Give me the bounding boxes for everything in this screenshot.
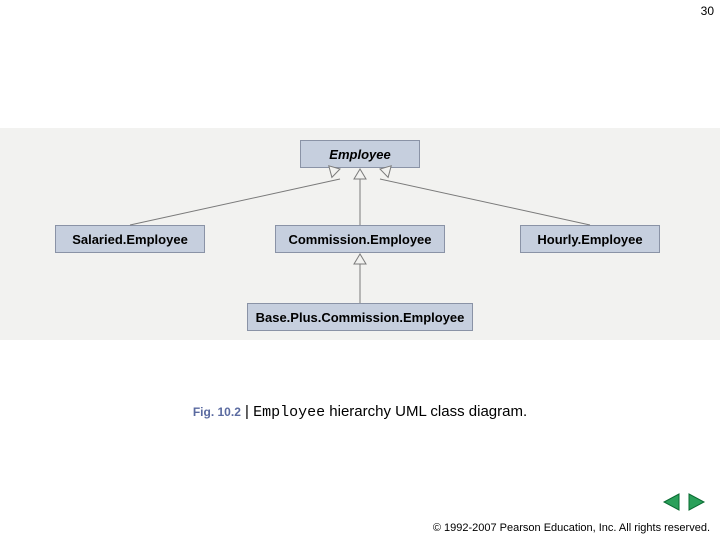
next-icon[interactable] [686, 493, 706, 511]
figure-caption: Fig. 10.2 | Employee hierarchy UML class… [0, 403, 720, 421]
caption-rest: hierarchy UML class diagram. [325, 403, 527, 420]
uml-class-salaried-employee: Salaried.Employee [55, 225, 205, 253]
uml-class-base-plus-commission-employee: Base.Plus.Commission.Employee [247, 303, 473, 331]
nav-arrows [662, 493, 706, 516]
figure-label: Fig. 10.2 [193, 405, 241, 419]
uml-class-hourly-employee: Hourly.Employee [520, 225, 660, 253]
page-number: 30 [701, 4, 714, 18]
caption-sep: | [241, 403, 253, 420]
prev-icon[interactable] [662, 493, 682, 511]
copyright-text: © 1992-2007 Pearson Education, Inc. All … [433, 522, 710, 534]
caption-code: Employee [253, 404, 325, 421]
uml-class-employee: Employee [300, 140, 420, 168]
uml-class-commission-employee: Commission.Employee [275, 225, 445, 253]
